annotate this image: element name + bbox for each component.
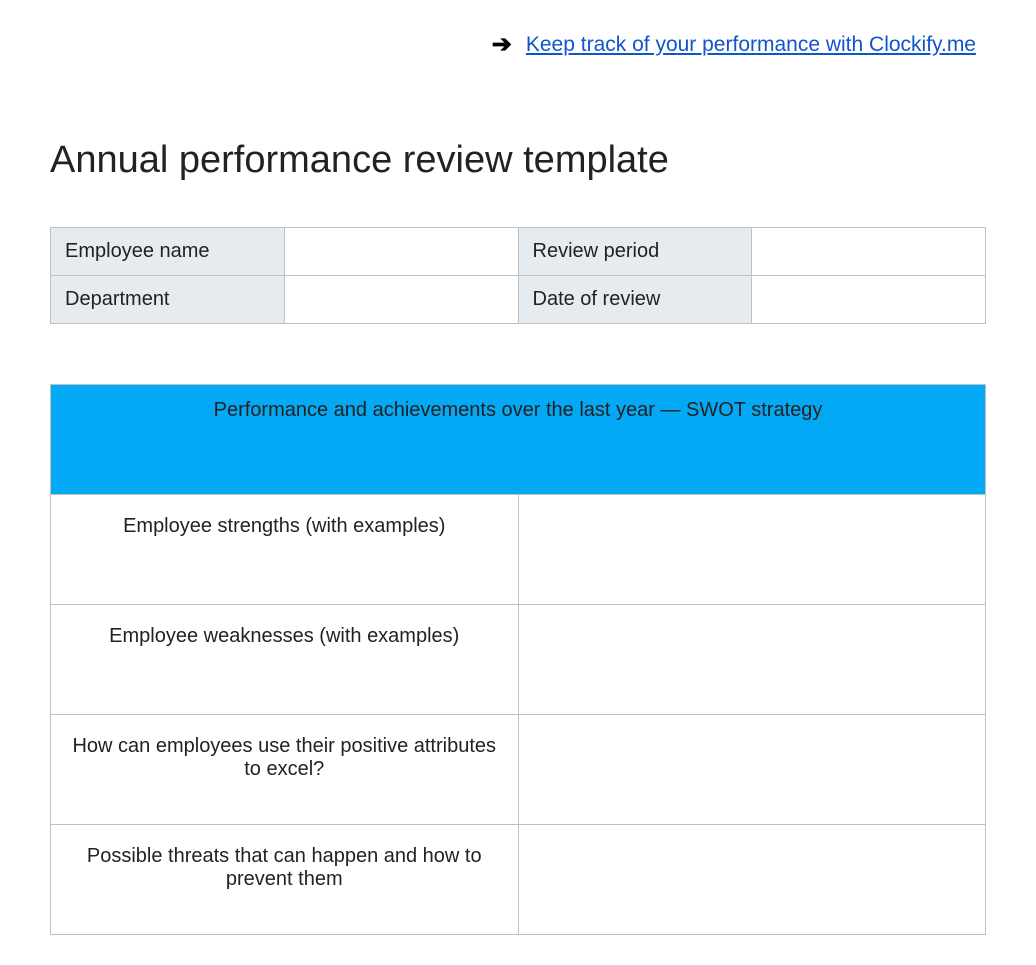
swot-table: Performance and achievements over the la…	[50, 384, 986, 935]
page-title: Annual performance review template	[50, 139, 986, 182]
info-label-employee-name: Employee name	[51, 228, 285, 276]
table-row: Department Date of review	[51, 276, 986, 324]
table-row: Employee strengths (with examples)	[51, 495, 986, 605]
table-row: Employee weaknesses (with examples)	[51, 605, 986, 715]
swot-prompt-strengths: Employee strengths (with examples)	[51, 495, 519, 605]
swot-heading: Performance and achievements over the la…	[51, 385, 986, 495]
info-table: Employee name Review period Department D…	[50, 227, 986, 324]
swot-response-strengths[interactable]	[518, 495, 986, 605]
info-value-review-period[interactable]	[752, 228, 986, 276]
clockify-link[interactable]: Keep track of your performance with Cloc…	[526, 33, 976, 57]
table-row: Performance and achievements over the la…	[51, 385, 986, 495]
table-row: How can employees use their positive att…	[51, 715, 986, 825]
swot-prompt-opportunities: How can employees use their positive att…	[51, 715, 519, 825]
info-value-employee-name[interactable]	[284, 228, 518, 276]
swot-prompt-threats: Possible threats that can happen and how…	[51, 825, 519, 935]
swot-response-weaknesses[interactable]	[518, 605, 986, 715]
arrow-right-icon: ➔	[492, 30, 512, 59]
info-value-date-of-review[interactable]	[752, 276, 986, 324]
table-row: Employee name Review period	[51, 228, 986, 276]
swot-prompt-weaknesses: Employee weaknesses (with examples)	[51, 605, 519, 715]
info-label-date-of-review: Date of review	[518, 276, 752, 324]
swot-response-opportunities[interactable]	[518, 715, 986, 825]
swot-response-threats[interactable]	[518, 825, 986, 935]
table-row: Possible threats that can happen and how…	[51, 825, 986, 935]
info-label-department: Department	[51, 276, 285, 324]
header-link-row: ➔ Keep track of your performance with Cl…	[50, 30, 986, 59]
info-value-department[interactable]	[284, 276, 518, 324]
info-label-review-period: Review period	[518, 228, 752, 276]
